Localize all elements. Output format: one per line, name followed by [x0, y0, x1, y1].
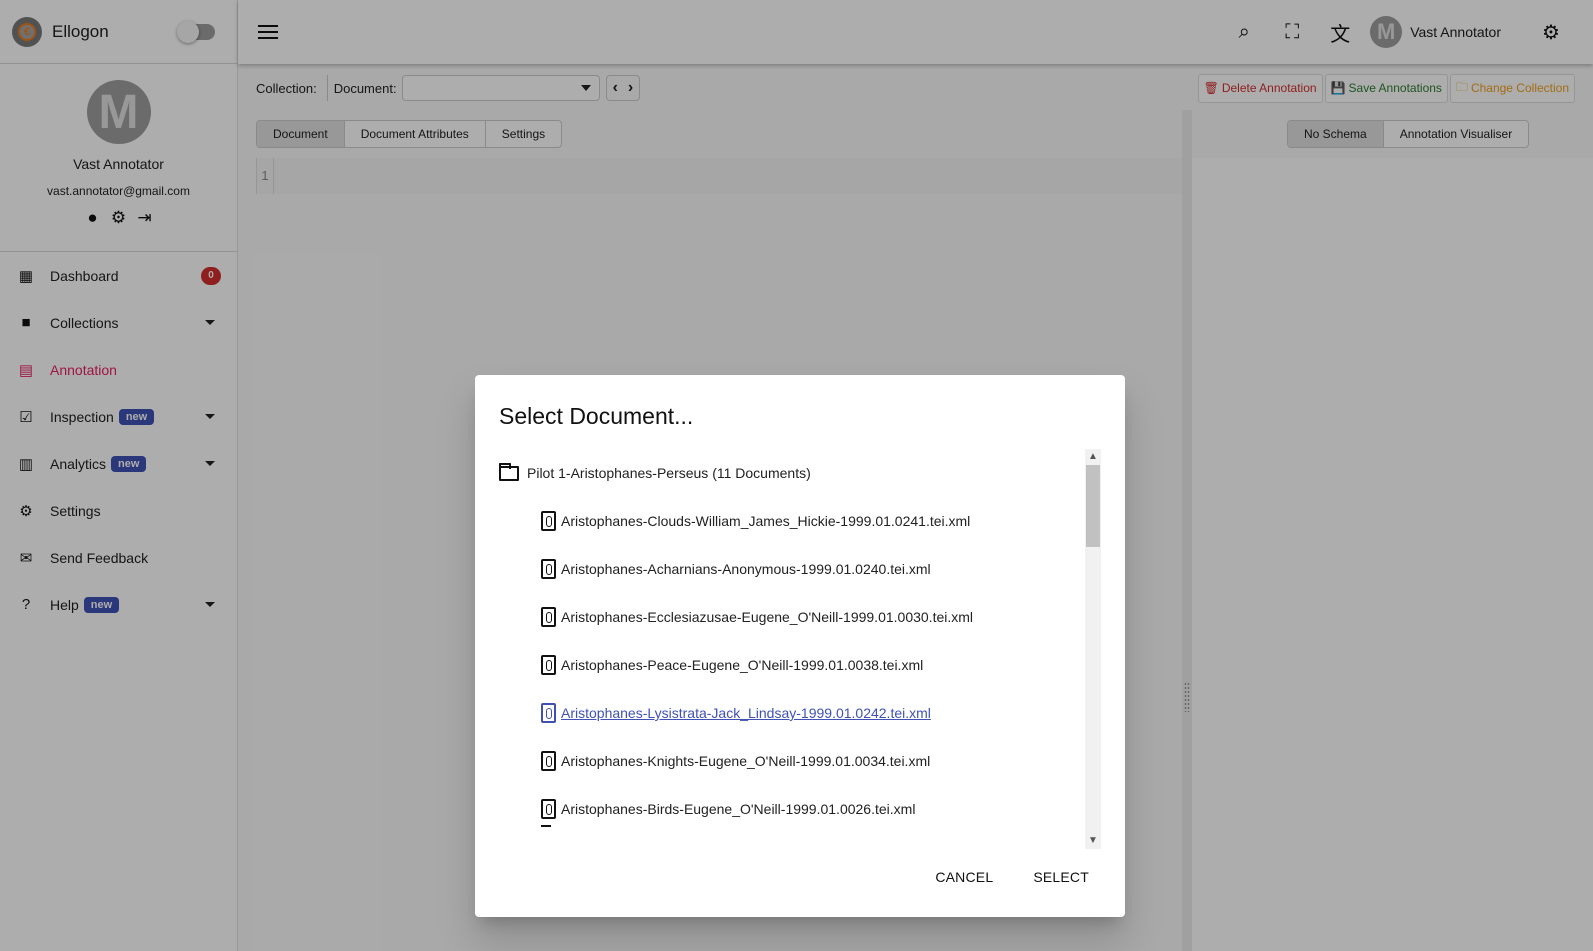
- cancel-button[interactable]: CANCEL: [923, 861, 1005, 893]
- scrollbar-thumb[interactable]: [1086, 465, 1100, 547]
- file-attachment-icon: [541, 799, 556, 819]
- file-attachment-icon: [541, 655, 556, 675]
- document-item[interactable]: Aristophanes-Clouds-William_James_Hickie…: [499, 497, 1099, 545]
- file-attachment-icon: [541, 703, 556, 723]
- file-attachment-icon: [541, 751, 556, 771]
- folder-icon: [499, 462, 519, 481]
- document-item-partial: [541, 825, 551, 829]
- file-attachment-icon: [541, 607, 556, 627]
- scroll-up-icon[interactable]: ▲: [1085, 449, 1101, 465]
- document-tree: Pilot 1-Aristophanes-Perseus (11 Documen…: [499, 449, 1099, 849]
- document-item[interactable]: Aristophanes-Ecclesiazusae-Eugene_O'Neil…: [499, 593, 1099, 641]
- file-attachment-icon: [541, 559, 556, 579]
- document-item-hovered[interactable]: Aristophanes-Lysistrata-Jack_Lindsay-199…: [499, 689, 1099, 737]
- document-item[interactable]: Aristophanes-Birds-Eugene_O'Neill-1999.0…: [499, 785, 1099, 833]
- select-document-dialog: Select Document... Pilot 1-Aristophanes-…: [475, 375, 1125, 917]
- select-button[interactable]: SELECT: [1021, 861, 1101, 893]
- collection-node[interactable]: Pilot 1-Aristophanes-Perseus (11 Documen…: [499, 449, 1099, 497]
- file-attachment-icon: [541, 511, 556, 531]
- document-item[interactable]: Aristophanes-Acharnians-Anonymous-1999.0…: [499, 545, 1099, 593]
- dialog-title: Select Document...: [499, 403, 694, 429]
- document-item[interactable]: Aristophanes-Peace-Eugene_O'Neill-1999.0…: [499, 641, 1099, 689]
- scroll-down-icon[interactable]: ▼: [1085, 833, 1101, 849]
- document-item[interactable]: Aristophanes-Knights-Eugene_O'Neill-1999…: [499, 737, 1099, 785]
- list-scrollbar[interactable]: ▲ ▼: [1085, 449, 1101, 849]
